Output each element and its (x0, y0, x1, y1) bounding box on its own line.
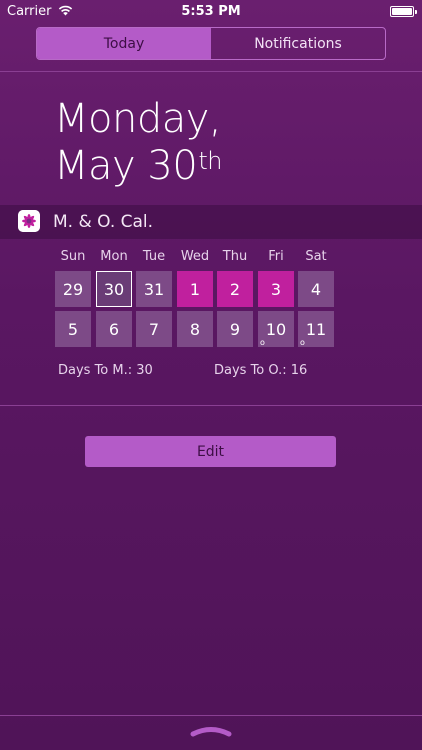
calendar-day-number: 7 (148, 319, 160, 339)
event-marker: o (300, 338, 305, 347)
weekday-sat: Sat (305, 249, 327, 264)
calendar-day-cell[interactable]: 29 (55, 271, 91, 307)
date-month-day: May 30th (54, 143, 222, 189)
battery-icon (390, 6, 417, 17)
calendar-day-number: 10 (265, 319, 287, 339)
calendar-day-number: 1 (189, 279, 201, 299)
calendar-day-cell[interactable]: 2 (217, 271, 253, 307)
weekday-tue: Tue (142, 249, 166, 264)
weekday-fri: Fri (268, 249, 284, 264)
calendar-day-cell[interactable]: 7 (136, 311, 172, 347)
calendar-day-number: 9 (229, 319, 241, 339)
calendar-day-number: 29 (62, 279, 84, 299)
weekday-wed: Wed (180, 249, 210, 264)
date-weekday: Monday, (54, 96, 222, 142)
view-switcher: Today Notifications (36, 27, 386, 60)
date-suffix: th (198, 147, 222, 175)
edit-button[interactable]: Edit (85, 436, 336, 467)
divider (0, 71, 422, 72)
calendar-day-cell[interactable]: 1 (177, 271, 213, 307)
event-marker: o (260, 338, 265, 347)
calendar-day-cell[interactable]: 6 (96, 311, 132, 347)
calendar-day-cell[interactable]: 31 (136, 271, 172, 307)
calendar-day-cell[interactable]: 9 (217, 311, 253, 347)
tab-notifications[interactable]: Notifications (211, 28, 385, 59)
calendar-day-cell[interactable]: 5 (55, 311, 91, 347)
weekday-sun: Sun (60, 249, 86, 264)
date-month-day-text: May 30 (54, 143, 198, 189)
weekday-thu: Thu (222, 249, 248, 264)
pull-handle-icon[interactable] (190, 724, 232, 738)
calendar-day-number: 11 (305, 319, 327, 339)
widget-title: M. & O. Cal. (53, 212, 154, 232)
calendar-day-number: 4 (310, 279, 322, 299)
calendar-day-cell[interactable]: 4 (298, 271, 334, 307)
calendar-day-number: 2 (229, 279, 241, 299)
calendar-day-cell[interactable]: 10 o (258, 311, 294, 347)
flower-icon (18, 210, 40, 232)
calendar-day-cell[interactable]: 30 (96, 271, 132, 307)
calendar-day-cell[interactable]: 11 o (298, 311, 334, 347)
divider (0, 405, 422, 406)
calendar-day-number: 5 (67, 319, 79, 339)
days-to-m: Days To M.: 30 (58, 363, 153, 378)
calendar-day-number: 8 (189, 319, 201, 339)
calendar-day-number: 31 (143, 279, 165, 299)
widget-header[interactable]: M. & O. Cal. (0, 205, 422, 239)
calendar-day-cell[interactable]: 8 (177, 311, 213, 347)
calendar-day-number: 3 (270, 279, 282, 299)
weekday-mon: Mon (100, 249, 128, 264)
days-to-o: Days To O.: 16 (214, 363, 308, 378)
calendar-day-number: 6 (108, 319, 120, 339)
divider (0, 715, 422, 716)
clock: 5:53 PM (181, 4, 241, 19)
tab-today[interactable]: Today (37, 28, 211, 59)
calendar-day-cell[interactable]: 3 (258, 271, 294, 307)
calendar-day-number: 30 (103, 279, 125, 299)
status-bar: Carrier 5:53 PM (0, 0, 422, 24)
